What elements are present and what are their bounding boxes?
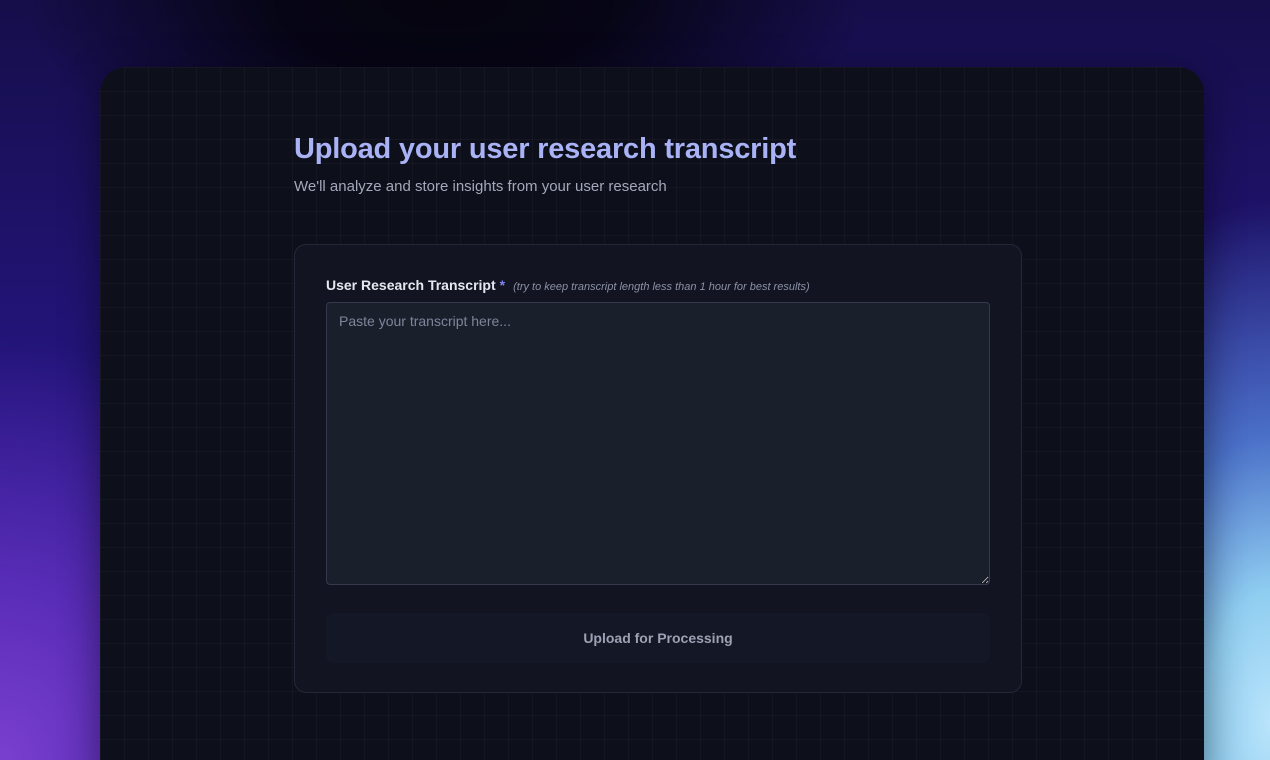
transcript-hint: (try to keep transcript length less than…	[513, 281, 810, 293]
upload-form-card: User Research Transcript * (try to keep …	[294, 244, 1022, 693]
upload-for-processing-button[interactable]: Upload for Processing	[326, 613, 990, 663]
required-indicator: *	[499, 277, 506, 293]
transcript-textarea[interactable]	[326, 302, 990, 585]
page-subtitle: We'll analyze and store insights from yo…	[294, 178, 667, 195]
main-panel: Upload your user research transcript We'…	[100, 67, 1204, 760]
transcript-label-row: User Research Transcript * (try to keep …	[326, 277, 810, 293]
page-title: Upload your user research transcript	[294, 133, 797, 165]
transcript-label: User Research Transcript	[326, 277, 496, 293]
